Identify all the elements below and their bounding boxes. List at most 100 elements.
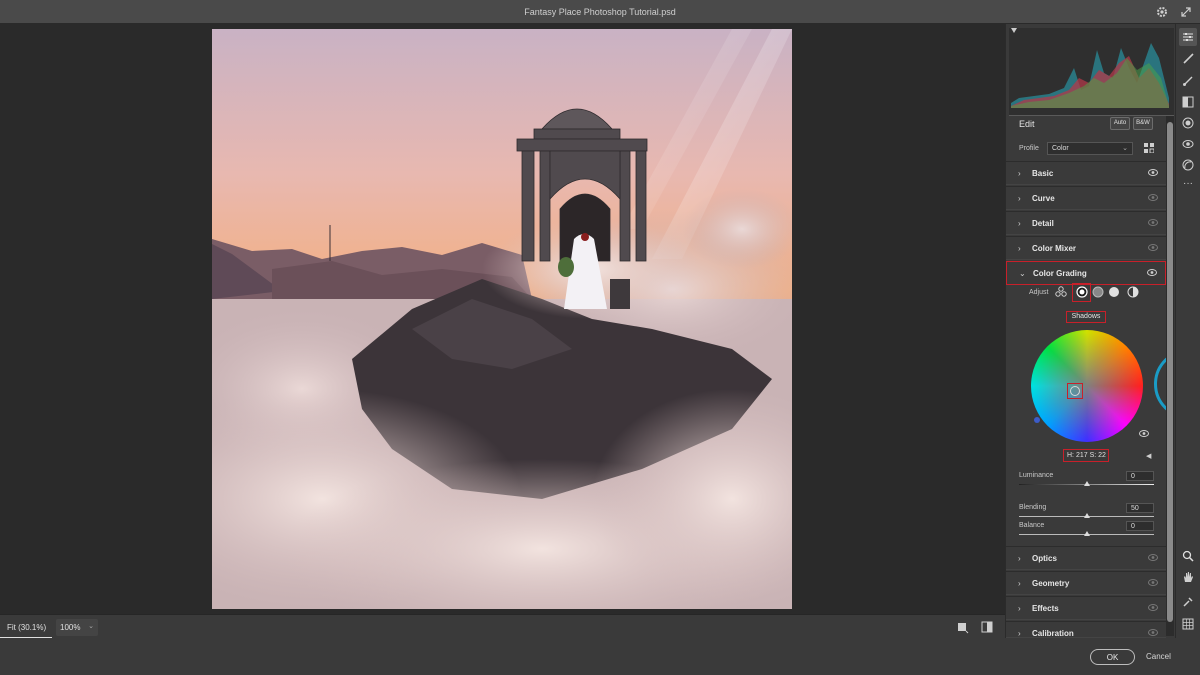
more-icon[interactable]: ··· (1181, 176, 1195, 190)
adjust-label: Adjust (1029, 289, 1049, 296)
document-image[interactable] (212, 29, 792, 609)
canvas-area[interactable] (0, 24, 1005, 614)
histogram (1009, 28, 1174, 116)
chevron-right-icon: › (1018, 629, 1021, 638)
chevron-down-icon: ⌄ (88, 623, 94, 630)
balance-label: Balance (1019, 522, 1045, 529)
section-calibration[interactable]: › Calibration (1006, 621, 1166, 638)
eye-icon[interactable] (1148, 604, 1158, 613)
sliders-icon[interactable] (1179, 28, 1197, 46)
section-title: Geometry (1032, 579, 1070, 588)
shadows-icon[interactable] (1076, 286, 1088, 298)
profile-browser-icon[interactable] (1144, 143, 1155, 155)
balance-thumb[interactable] (1083, 531, 1090, 536)
hand-icon[interactable] (1181, 570, 1195, 584)
dialog-footer: OK Cancel (0, 638, 1200, 675)
chevron-down-icon: ⌄ (1122, 145, 1128, 152)
chevron-right-icon: › (1018, 604, 1021, 613)
crop-view-icon[interactable] (956, 620, 970, 634)
edit-panel: Edit Auto B&W Profile Color ⌄ › Basic › … (1005, 24, 1175, 638)
luminance-label: Luminance (1019, 472, 1054, 479)
chevron-right-icon: › (1018, 244, 1021, 253)
luminance-dot[interactable] (1034, 417, 1040, 423)
chevron-right-icon: › (1018, 169, 1021, 178)
section-title: Basic (1032, 169, 1054, 178)
eye-icon[interactable] (1147, 269, 1157, 278)
chevron-right-icon: › (1018, 219, 1021, 228)
panel-scrollbar[interactable] (1166, 116, 1174, 636)
shadows-color-wheel[interactable] (1031, 330, 1143, 442)
highlights-icon[interactable] (1108, 286, 1120, 298)
section-title: Color Mixer (1032, 244, 1077, 253)
eye-icon[interactable] (1148, 629, 1158, 638)
zoom-level-select[interactable]: 100% ⌄ (56, 619, 98, 636)
section-title: Detail (1032, 219, 1054, 228)
brush-icon[interactable] (1181, 52, 1195, 66)
eye-icon[interactable] (1148, 244, 1158, 253)
luminance-thumb[interactable] (1083, 481, 1090, 486)
blending-thumb[interactable] (1083, 513, 1090, 518)
section-curve[interactable]: › Curve (1006, 186, 1166, 210)
section-title: Effects (1032, 604, 1059, 613)
tool-strip: ··· (1175, 24, 1200, 638)
section-title: Curve (1032, 194, 1055, 203)
section-detail[interactable]: › Detail (1006, 211, 1166, 235)
eye-icon[interactable] (1148, 194, 1158, 203)
collapse-triangle-icon[interactable]: ◀ (1146, 452, 1151, 460)
bw-button[interactable]: B&W (1133, 117, 1153, 130)
zoom-icon[interactable] (1181, 549, 1195, 563)
ok-button[interactable]: OK (1090, 649, 1135, 665)
eye-icon[interactable] (1148, 554, 1158, 563)
title-bar: Fantasy Place Photoshop Tutorial.psd (0, 0, 1200, 24)
gradient-icon[interactable] (1181, 95, 1195, 109)
profile-select[interactable]: Color ⌄ (1047, 142, 1133, 155)
section-color-mixer[interactable]: › Color Mixer (1006, 236, 1166, 260)
zoom-fit-button[interactable]: Fit (30.1%) (0, 615, 52, 639)
section-optics[interactable]: › Optics (1006, 546, 1166, 570)
section-title: Color Grading (1033, 269, 1087, 278)
blending-value[interactable]: 50 (1126, 503, 1154, 513)
profile-label: Profile (1019, 145, 1039, 152)
eye-icon[interactable] (1148, 169, 1158, 178)
section-effects[interactable]: › Effects (1006, 596, 1166, 620)
edit-heading: Edit (1019, 119, 1035, 129)
section-geometry[interactable]: › Geometry (1006, 571, 1166, 595)
eye-icon[interactable] (1181, 137, 1195, 151)
three-way-icon[interactable] (1055, 286, 1067, 298)
section-basic[interactable]: › Basic (1006, 161, 1166, 185)
scrollbar-thumb[interactable] (1167, 122, 1173, 622)
before-after-icon[interactable] (980, 620, 994, 634)
shadows-tooltip: Shadows (1066, 311, 1106, 323)
eye-icon[interactable] (1148, 579, 1158, 588)
section-title: Calibration (1032, 629, 1074, 638)
luminance-value[interactable]: 0 (1126, 471, 1154, 481)
eye-icon[interactable] (1148, 219, 1158, 228)
next-wheel-preview (1154, 349, 1166, 419)
mask-icon[interactable] (1181, 158, 1195, 172)
chevron-right-icon: › (1018, 554, 1021, 563)
chevron-down-icon: ⌄ (1019, 269, 1026, 278)
global-icon[interactable] (1127, 286, 1139, 298)
gear-icon[interactable] (1154, 4, 1170, 20)
expand-icon[interactable] (1178, 4, 1194, 20)
fantasy-photo (212, 29, 792, 609)
zoom-level-value: 100% (60, 623, 81, 632)
section-color-grading[interactable]: ⌄ Color Grading (1006, 261, 1166, 285)
chevron-right-icon: › (1018, 579, 1021, 588)
grid-icon[interactable] (1181, 617, 1195, 631)
profile-value: Color (1052, 145, 1069, 152)
section-title: Optics (1032, 554, 1057, 563)
chevron-right-icon: › (1018, 194, 1021, 203)
window-title: Fantasy Place Photoshop Tutorial.psd (524, 7, 676, 17)
auto-button[interactable]: Auto (1110, 117, 1130, 130)
eye-icon[interactable] (1139, 430, 1149, 439)
radial-icon[interactable] (1181, 116, 1195, 130)
cancel-button[interactable]: Cancel (1146, 652, 1171, 661)
balance-value[interactable]: 0 (1126, 521, 1154, 531)
midtones-icon[interactable] (1092, 286, 1104, 298)
wheel-handle[interactable] (1070, 386, 1080, 396)
hue-saturation-readout: H: 217 S: 22 (1063, 449, 1109, 462)
eyedropper-icon[interactable] (1181, 595, 1195, 609)
pen-icon[interactable] (1181, 74, 1195, 88)
blending-label: Blending (1019, 504, 1047, 511)
